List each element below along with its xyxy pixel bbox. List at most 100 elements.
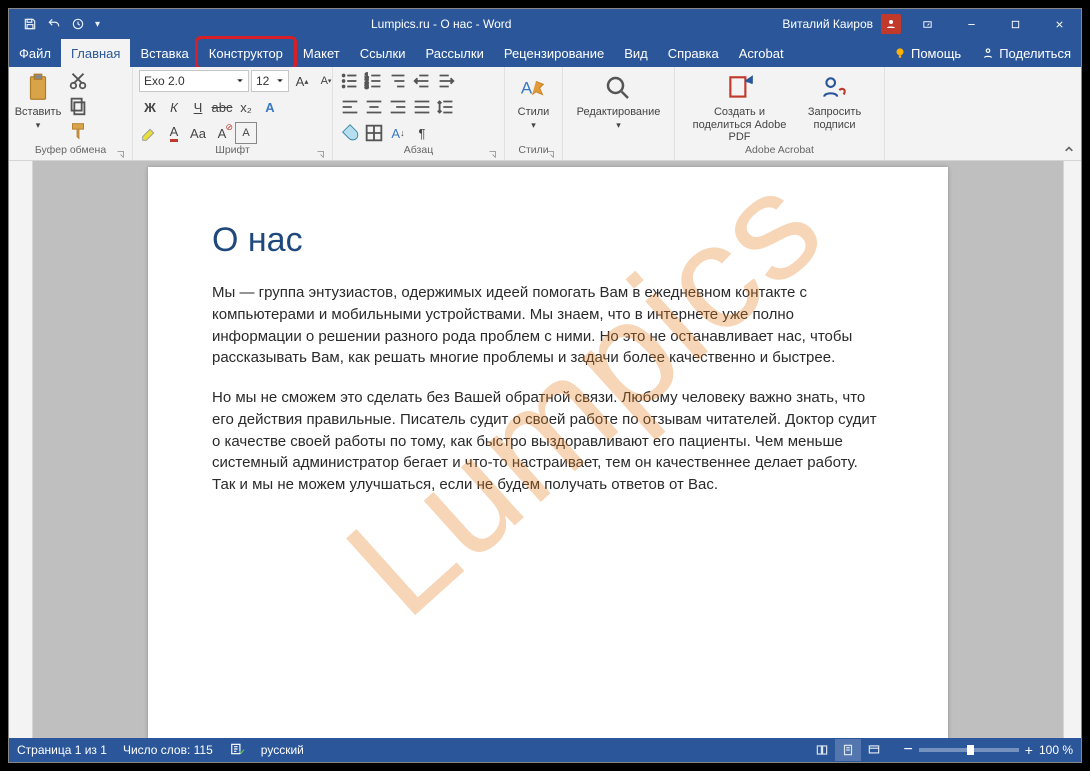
window-controls [905, 9, 1081, 39]
quick-access-toolbar: ▾ [9, 17, 100, 31]
format-painter-icon[interactable] [67, 120, 89, 142]
show-marks-icon[interactable]: ¶ [411, 122, 433, 144]
shading-icon[interactable] [339, 122, 361, 144]
group-acrobat: Создать и поделиться Adobe PDF Запросить… [675, 67, 885, 160]
align-right-icon[interactable] [387, 96, 409, 118]
bullets-icon[interactable] [339, 70, 361, 92]
tell-me[interactable]: Помощь [883, 39, 971, 67]
ribbon: Вставить ▾ Буфер обмена Exo 2.0 12 A▴ A▾… [9, 67, 1081, 161]
doc-heading[interactable]: О нас [212, 221, 884, 260]
launcher-icon[interactable] [114, 148, 126, 160]
scrollbar-space[interactable] [1063, 161, 1081, 738]
share-button[interactable]: Поделиться [971, 39, 1081, 67]
status-words[interactable]: Число слов: 115 [123, 743, 213, 757]
tab-mailings[interactable]: Рассылки [415, 39, 493, 67]
group-editing: Редактирование▾ [563, 67, 675, 160]
title-bar: ▾ Lumpics.ru - О нас - Word Виталий Каир… [9, 9, 1081, 39]
tab-view[interactable]: Вид [614, 39, 658, 67]
zoom-value[interactable]: 100 % [1039, 743, 1073, 757]
read-mode-icon[interactable] [809, 739, 835, 761]
char-border-icon[interactable]: A [235, 122, 257, 144]
svg-text:3: 3 [365, 83, 369, 90]
borders-icon[interactable] [363, 122, 385, 144]
tab-review[interactable]: Рецензирование [494, 39, 614, 67]
undo-icon[interactable] [47, 17, 61, 31]
editing-button[interactable]: Редактирование▾ [577, 70, 661, 131]
zoom-in-icon[interactable]: + [1025, 742, 1033, 758]
cut-icon[interactable] [67, 70, 89, 92]
status-bar: Страница 1 из 1 Число слов: 115 русский … [9, 738, 1081, 762]
launcher-icon[interactable] [544, 148, 556, 160]
font-name-combo[interactable]: Exo 2.0 [139, 70, 249, 92]
vertical-ruler [9, 161, 33, 738]
zoom-control: − + 100 % [903, 741, 1073, 759]
ribbon-tabs: Файл Главная Вставка Конструктор Макет С… [9, 39, 1081, 67]
tab-insert[interactable]: Вставка [130, 39, 198, 67]
clear-format-icon[interactable]: A⊘ [211, 122, 233, 144]
print-layout-icon[interactable] [835, 739, 861, 761]
document-area: Lumpics О нас Мы — группа энтузиастов, о… [9, 161, 1081, 738]
group-paragraph: 123 A↓ ¶ Абзац [333, 67, 505, 160]
tab-references[interactable]: Ссылки [350, 39, 416, 67]
maximize-icon[interactable] [993, 9, 1037, 39]
line-spacing-icon[interactable] [435, 96, 457, 118]
font-size-combo[interactable]: 12 [251, 70, 289, 92]
text-effect-icon[interactable]: A [259, 96, 281, 118]
justify-icon[interactable] [411, 96, 433, 118]
align-left-icon[interactable] [339, 96, 361, 118]
doc-paragraph[interactable]: Но мы не сможем это сделать без Вашей об… [212, 387, 884, 496]
strike-icon[interactable]: abc [211, 96, 233, 118]
tab-home[interactable]: Главная [61, 39, 130, 67]
minimize-icon[interactable] [949, 9, 993, 39]
tab-design[interactable]: Конструктор [199, 39, 293, 67]
styles-button[interactable]: A Стили▾ [518, 70, 550, 131]
tab-help[interactable]: Справка [658, 39, 729, 67]
sub-sup-icon[interactable]: x₂ [235, 96, 257, 118]
page[interactable]: Lumpics О нас Мы — группа энтузиастов, о… [148, 167, 948, 738]
spellcheck-icon[interactable] [229, 742, 245, 759]
underline-icon[interactable]: Ч [187, 96, 209, 118]
user-name: Виталий Каиров [782, 17, 873, 31]
user-area[interactable]: Виталий Каиров [782, 14, 905, 34]
status-page[interactable]: Страница 1 из 1 [17, 743, 107, 757]
indent-right-icon[interactable] [435, 70, 457, 92]
paste-button[interactable]: Вставить ▾ [15, 70, 61, 131]
qat-more-icon[interactable]: ▾ [95, 19, 100, 30]
web-layout-icon[interactable] [861, 739, 887, 761]
status-language[interactable]: русский [261, 743, 304, 757]
doc-paragraph[interactable]: Мы — группа энтузиастов, одержимых идеей… [212, 282, 884, 369]
indent-left-icon[interactable] [411, 70, 433, 92]
tab-layout[interactable]: Макет [293, 39, 350, 67]
redo-icon[interactable] [71, 17, 85, 31]
grow-font-icon[interactable]: A▴ [291, 70, 313, 92]
group-clipboard: Вставить ▾ Буфер обмена [9, 67, 133, 160]
acrobat-sign-button[interactable]: Запросить подписи [800, 70, 870, 131]
window-title: Lumpics.ru - О нас - Word [100, 17, 782, 31]
save-icon[interactable] [23, 17, 37, 31]
tab-acrobat[interactable]: Acrobat [729, 39, 794, 67]
copy-icon[interactable] [67, 95, 89, 117]
svg-text:A: A [520, 79, 532, 98]
launcher-icon[interactable] [314, 148, 326, 160]
launcher-icon[interactable] [486, 148, 498, 160]
group-font: Exo 2.0 12 A▴ A▾ Ж К Ч abc x₂ A A Aa A⊘ … [133, 67, 333, 160]
numbering-icon[interactable]: 123 [363, 70, 385, 92]
multilevel-icon[interactable] [387, 70, 409, 92]
acrobat-create-button[interactable]: Создать и поделиться Adobe PDF [690, 70, 790, 144]
font-color-icon[interactable]: A [163, 122, 185, 144]
group-styles: A Стили▾ Стили [505, 67, 563, 160]
avatar[interactable] [881, 14, 901, 34]
align-center-icon[interactable] [363, 96, 385, 118]
ribbon-options-icon[interactable] [905, 9, 949, 39]
change-case-icon[interactable]: Aa [187, 122, 209, 144]
tab-file[interactable]: Файл [9, 39, 61, 67]
close-icon[interactable] [1037, 9, 1081, 39]
collapse-ribbon-icon[interactable] [1061, 142, 1077, 158]
highlight-icon[interactable] [139, 122, 161, 144]
view-buttons [809, 739, 887, 761]
zoom-out-icon[interactable]: − [903, 741, 912, 759]
zoom-slider[interactable] [919, 748, 1019, 752]
sort-icon[interactable]: A↓ [387, 122, 409, 144]
italic-icon[interactable]: К [163, 96, 185, 118]
bold-icon[interactable]: Ж [139, 96, 161, 118]
